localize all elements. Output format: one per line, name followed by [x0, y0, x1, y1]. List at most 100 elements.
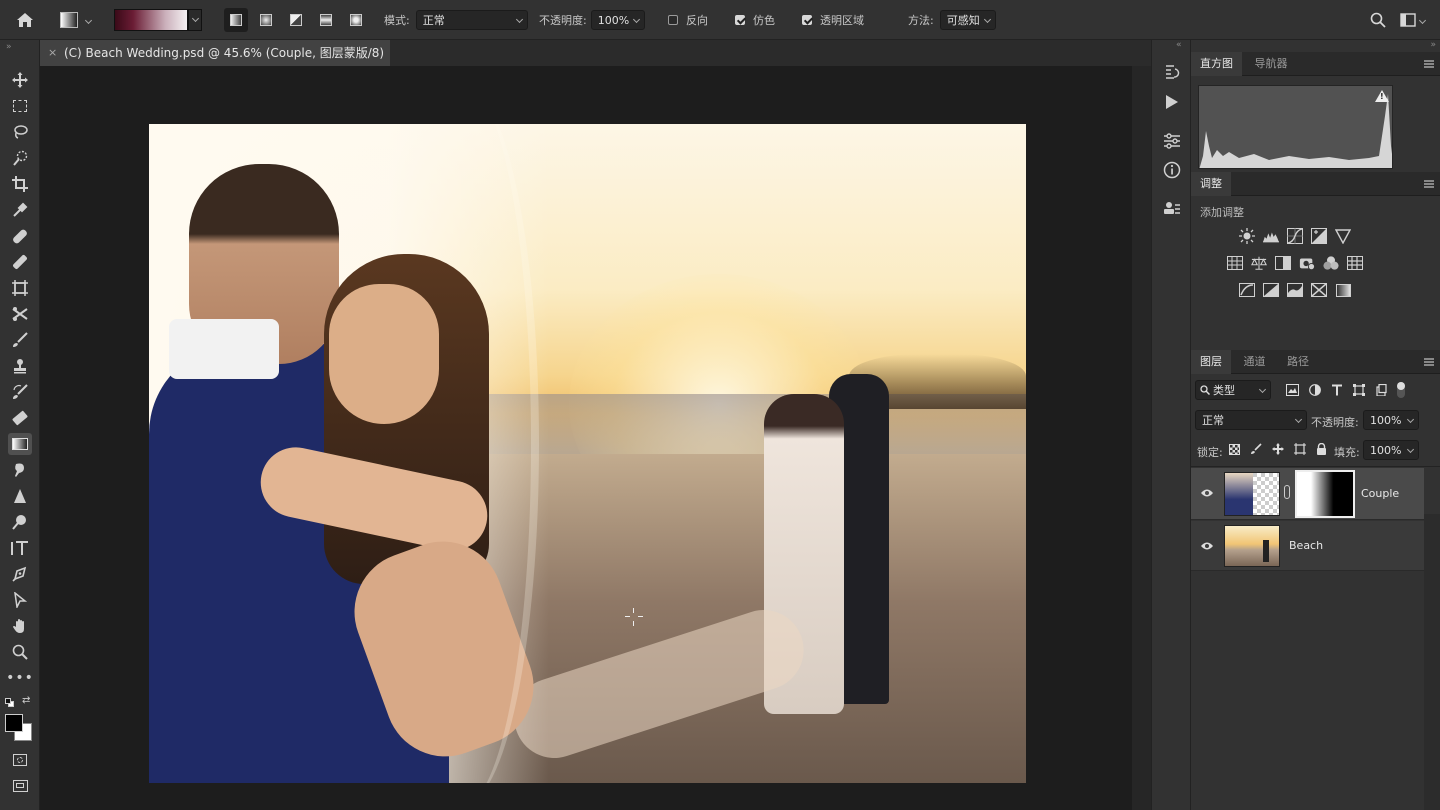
shape-filter-icon[interactable] [1353, 384, 1365, 396]
tab-histogram[interactable]: 直方图 [1191, 52, 1242, 76]
invert-icon[interactable] [1239, 282, 1255, 298]
lock-transparent-icon[interactable] [1229, 443, 1240, 455]
info-panel-button[interactable] [1163, 161, 1181, 182]
hand-tool[interactable] [8, 615, 32, 637]
transparency-checkbox-box[interactable] [802, 15, 812, 25]
foreground-color-swatch[interactable] [5, 714, 23, 732]
photo-filter-icon[interactable] [1299, 255, 1315, 271]
radial-gradient-button[interactable] [254, 8, 278, 32]
tab-paths[interactable]: 路径 [1278, 350, 1318, 374]
screen-mode-button[interactable] [8, 775, 32, 797]
crop-tool[interactable] [8, 173, 32, 195]
adjustment-filter-icon[interactable] [1309, 384, 1321, 396]
libraries-panel-button[interactable] [1163, 200, 1181, 221]
angle-gradient-button[interactable] [284, 8, 308, 32]
eye-icon[interactable] [1200, 541, 1214, 551]
color-balance-icon[interactable] [1251, 255, 1267, 271]
eyedropper-tool[interactable] [8, 199, 32, 221]
levels-icon[interactable] [1263, 228, 1279, 244]
type-tool[interactable] [8, 537, 32, 559]
tool-preset-picker[interactable] [60, 0, 93, 40]
vertical-scrollbar[interactable] [1132, 66, 1151, 810]
dither-checkbox-box[interactable] [735, 15, 745, 25]
workspace-switcher[interactable] [1400, 0, 1427, 40]
actions-panel-button[interactable] [1164, 94, 1180, 113]
quick-select-tool[interactable] [8, 147, 32, 169]
eye-icon[interactable] [1200, 488, 1214, 498]
lasso-tool[interactable] [8, 121, 32, 143]
healing-tool[interactable] [8, 225, 32, 247]
brush-tool[interactable] [8, 251, 32, 273]
history-panel-button[interactable] [1163, 64, 1181, 85]
diamond-gradient-button[interactable] [344, 8, 368, 32]
expand-panels-icon[interactable]: » [1430, 40, 1436, 50]
eraser-tool[interactable] [8, 407, 32, 429]
move-tool[interactable] [8, 69, 32, 91]
linear-gradient-button[interactable] [224, 8, 248, 32]
curves-icon[interactable] [1287, 228, 1303, 244]
brightness-icon[interactable] [1239, 228, 1255, 244]
history-brush-tool[interactable] [8, 381, 32, 403]
lock-artboard-icon[interactable] [1294, 443, 1306, 455]
color-lookup-icon[interactable] [1347, 255, 1363, 271]
marquee-tool[interactable] [8, 95, 32, 117]
default-colors-icon[interactable] [5, 698, 14, 707]
layer-filter-select[interactable]: 类型 [1195, 380, 1271, 400]
warning-icon[interactable]: ! [1375, 90, 1389, 102]
canvas-area[interactable] [40, 66, 1132, 810]
collapse-toolbar-icon[interactable]: » [6, 42, 12, 52]
mode-select[interactable]: 正常 [415, 10, 528, 30]
tab-navigator[interactable]: 导航器 [1246, 52, 1297, 76]
right-panel-scrollbar[interactable] [1424, 514, 1440, 810]
layer-mask-thumbnail[interactable] [1295, 470, 1355, 518]
hue-saturation-icon[interactable] [1227, 255, 1243, 271]
mask-link-icon[interactable] [1284, 485, 1290, 499]
black-white-icon[interactable] [1275, 255, 1291, 271]
vibrance-icon[interactable] [1335, 228, 1351, 244]
exposure-icon[interactable] [1311, 228, 1327, 244]
gradient-dropdown-button[interactable] [188, 9, 202, 31]
method-select[interactable]: 可感知 [939, 10, 996, 30]
sharpen-tool[interactable] [8, 485, 32, 507]
home-button[interactable] [16, 0, 34, 40]
dither-checkbox[interactable]: 仿色 [735, 0, 775, 40]
smart-object-filter-icon[interactable] [1375, 384, 1387, 396]
panel-menu-icon[interactable] [1424, 358, 1434, 366]
layer-row-couple[interactable]: Couple [1191, 468, 1424, 520]
zoom-tool[interactable] [8, 641, 32, 663]
pixel-filter-icon[interactable] [1286, 384, 1299, 396]
more-tools-button[interactable]: ••• [6, 667, 33, 689]
dodge-tool[interactable] [8, 511, 32, 533]
tab-layers[interactable]: 图层 [1191, 350, 1231, 374]
pen-tool[interactable] [8, 303, 32, 325]
swap-colors-icon[interactable]: ⇄ [22, 695, 30, 706]
blend-mode-select[interactable]: 正常 [1195, 410, 1307, 430]
tab-adjustments[interactable]: 调整 [1191, 172, 1231, 196]
type-filter-icon[interactable] [1331, 384, 1343, 396]
close-icon[interactable]: × [48, 40, 57, 66]
collapse-panels-icon[interactable]: « [1176, 40, 1182, 50]
layer-row-beach[interactable]: Beach [1191, 521, 1424, 571]
channel-mixer-icon[interactable] [1323, 255, 1339, 271]
opacity-input[interactable]: 100% [590, 10, 645, 30]
paint-brush-tool[interactable] [8, 329, 32, 351]
search-button[interactable] [1370, 0, 1386, 40]
threshold-icon[interactable] [1287, 282, 1303, 298]
gradient-map-icon[interactable] [1335, 282, 1351, 298]
panel-menu-icon[interactable] [1424, 60, 1434, 68]
reverse-checkbox[interactable]: 反向 [668, 0, 708, 40]
layer-opacity-input[interactable]: 100% [1363, 410, 1419, 430]
lock-all-icon[interactable] [1316, 443, 1327, 455]
quick-mask-button[interactable] [8, 749, 32, 771]
stamp-tool[interactable] [8, 355, 32, 377]
fill-input[interactable]: 100% [1363, 440, 1419, 460]
properties-panel-button[interactable] [1163, 132, 1181, 153]
transparency-checkbox[interactable]: 透明区域 [802, 0, 864, 40]
document-tab[interactable]: × (C) Beach Wedding.psd @ 45.6% (Couple,… [40, 40, 390, 86]
pen-path-tool[interactable] [8, 563, 32, 585]
reflected-gradient-button[interactable] [314, 8, 338, 32]
selective-color-icon[interactable] [1311, 282, 1327, 298]
lock-pixels-icon[interactable] [1250, 443, 1262, 455]
gradient-tool[interactable] [8, 433, 32, 455]
document-canvas[interactable] [149, 124, 1026, 783]
